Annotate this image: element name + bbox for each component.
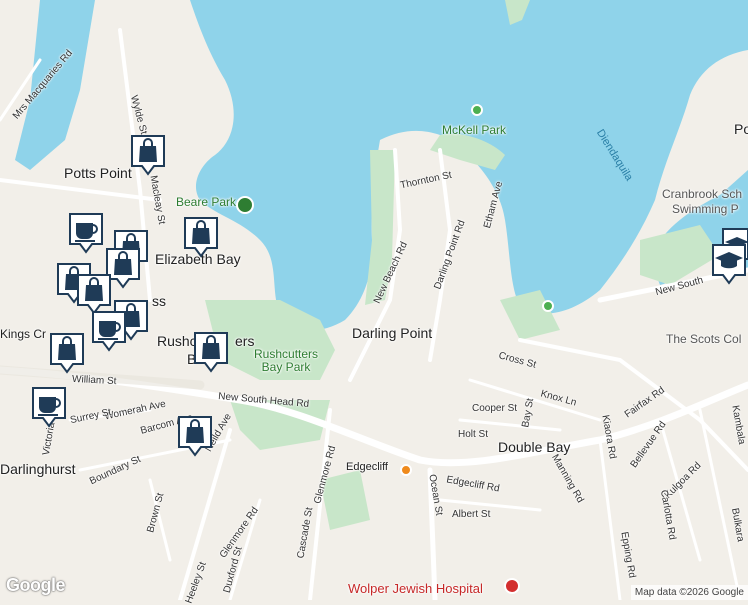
coffee-cup-pin[interactable] [67,211,105,255]
shopping-bag-pin[interactable] [182,215,220,259]
shopping-bag-pin[interactable] [176,414,214,458]
suburb-label-rushcutters-tail: ers [235,333,255,349]
coffee-cup-icon [32,387,66,428]
beare-park-tree-icon[interactable] [236,196,254,214]
place-label-scots-college: The Scots Col [666,332,742,346]
shopping-bag-pin[interactable] [192,330,230,374]
street-label-holt: Holt St [458,429,489,440]
map-attribution[interactable]: Map data ©2026 Google [630,585,748,600]
graduation-cap-pin[interactable] [710,242,748,286]
street-label-cooper: Cooper St [472,403,518,414]
suburb-label-edgecliff: Edgecliff [346,461,388,473]
park-icon-east[interactable] [542,300,554,312]
train-station-icon[interactable] [400,464,412,476]
shopping-bag-icon [131,135,165,176]
suburb-label-darlinghurst: Darlinghurst [0,461,76,477]
suburb-label-ss: ss [152,293,166,309]
mckell-park-icon[interactable] [471,104,483,116]
place-label-swimming: Swimming P [672,202,739,216]
shopping-bag-icon [194,332,228,373]
suburb-label-double-bay: Double Bay [498,439,571,455]
google-logo[interactable]: Google [6,575,66,596]
coffee-cup-icon [92,311,126,352]
hospital-icon[interactable] [504,578,520,594]
suburb-label-rushcutters: Rushc [157,333,197,349]
map-canvas[interactable]: Potts Point Elizabeth Bay Darling Point … [0,0,748,605]
shopping-bag-icon [178,416,212,457]
suburb-label-potts-point: Potts Point [64,165,132,181]
shopping-bag-pin[interactable] [129,133,167,177]
shopping-bag-icon [184,217,218,258]
place-label-wolper: Wolper Jewish Hospital [348,581,483,596]
suburb-label-point-piper: Po [734,121,748,137]
coffee-cup-pin[interactable] [90,309,128,353]
suburb-label-darling-point: Darling Point [352,325,433,341]
coffee-cup-pin[interactable] [30,385,68,429]
park-label-beare-park: Beare Park [176,195,237,209]
place-label-cranbrook: Cranbrook Sch [662,187,743,201]
shopping-bag-icon [50,333,84,374]
shopping-bag-pin[interactable] [48,331,86,375]
suburb-label-kings-cross: Kings Cr [0,327,47,341]
graduation-cap-icon [712,244,746,285]
street-label-albert: Albert St [452,509,491,520]
coffee-cup-icon [69,213,103,254]
park-label-mckell-park: McKell Park [442,123,507,137]
park-label-rushcutters-bay-park: Rushcutters Bay Park [254,347,319,375]
